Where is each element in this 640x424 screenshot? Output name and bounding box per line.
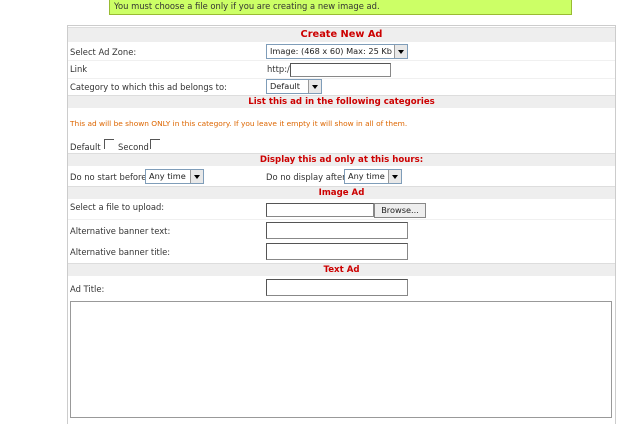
ad-title-label: Ad Title: [70,284,105,294]
start-time-value: Any time [149,171,186,181]
ad-text-textarea[interactable] [70,301,612,418]
start-time-label: Do no start before: [70,172,150,182]
notice-text: You must choose a file only if you are c… [114,1,380,11]
category-second-checkbox[interactable] [150,139,160,149]
file-path-input[interactable] [266,203,374,217]
link-label: Link [70,64,88,74]
hours-header: Display this ad only at this hours: [68,153,615,166]
category-select[interactable]: Default [266,79,322,94]
ad-zone-label: Select Ad Zone: [70,47,137,57]
chevron-down-icon [394,45,407,58]
chevron-down-icon [308,80,321,93]
chevron-down-icon [190,170,203,183]
link-prefix: http:// [267,64,293,74]
alt-text-input[interactable] [266,222,408,239]
category-value: Default [270,81,300,91]
chevron-down-icon [388,170,401,183]
create-ad-header: Create New Ad [68,27,615,42]
categories-note: This ad will be shown ONLY in this categ… [70,119,408,128]
end-time-select[interactable]: Any time [344,169,402,184]
text-ad-header: Text Ad [68,263,615,276]
alt-text-label: Alternative banner text: [70,226,171,236]
category-label: Category to which this ad belongs to: [70,82,227,92]
end-time-value: Any time [348,171,385,181]
alt-title-input[interactable] [266,243,408,260]
image-ad-header: Image Ad [68,186,615,199]
alt-title-label: Alternative banner title: [70,247,171,257]
ad-title-input[interactable] [266,279,408,296]
categories-header: List this ad in the following categories [68,95,615,108]
ad-zone-select[interactable]: Image: (468 x 60) Max: 25 Kb [266,44,408,59]
file-upload-label: Select a file to upload: [70,202,165,212]
notice-banner: You must choose a file only if you are c… [109,0,572,15]
browse-button[interactable]: Browse... [374,203,426,218]
category-default-checkbox[interactable] [104,139,114,149]
link-input[interactable] [290,63,391,77]
end-time-label: Do no display after: [266,172,349,182]
create-ad-form: Create New Ad Select Ad Zone: Image: (46… [67,25,616,424]
category-second-label: Second [118,142,149,152]
ad-zone-value: Image: (468 x 60) Max: 25 Kb [270,46,392,56]
start-time-select[interactable]: Any time [145,169,204,184]
category-default-label: Default [70,142,101,152]
